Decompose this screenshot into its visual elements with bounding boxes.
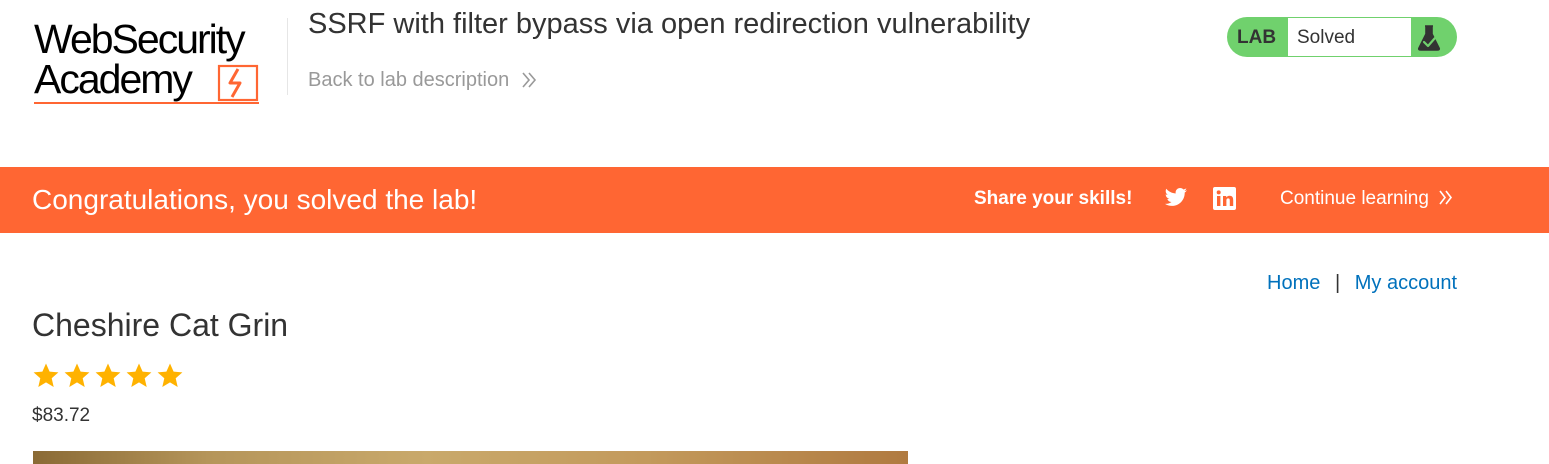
linkedin-icon: [1213, 187, 1236, 210]
lab-title: SSRF with filter bypass via open redirec…: [308, 8, 1031, 40]
status-box: Solved: [1288, 18, 1411, 56]
linkedin-share-link[interactable]: [1213, 187, 1236, 215]
my-account-link[interactable]: My account: [1355, 272, 1457, 294]
logo-text-line1: WebSecurity: [34, 16, 246, 62]
star-icon: [95, 363, 121, 387]
star-icon: [64, 363, 90, 387]
star-icon: [157, 363, 183, 387]
header-divider: [287, 18, 288, 95]
nav-separator: |: [1334, 272, 1341, 294]
continue-learning-link[interactable]: Continue learning: [1280, 188, 1453, 210]
product-price: $83.72: [32, 405, 91, 426]
double-chevron-right-icon: [522, 72, 536, 88]
home-link[interactable]: Home: [1267, 272, 1320, 294]
twitter-share-link[interactable]: [1164, 187, 1188, 214]
web-security-academy-logo[interactable]: WebSecurity Academy: [34, 17, 284, 107]
share-skills-label: Share your skills!: [974, 188, 1133, 209]
logo-mark-icon: [217, 64, 259, 102]
star-icon: [33, 363, 59, 387]
double-chevron-right-icon: [1439, 190, 1453, 205]
twitter-icon: [1165, 188, 1187, 206]
logo-text-line2: Academy: [34, 56, 193, 102]
status-badge: Solved: [1297, 27, 1356, 48]
top-navigation: Home | My account: [1267, 272, 1457, 295]
lab-solved-banner: Congratulations, you solved the lab! Sha…: [0, 167, 1549, 233]
lab-tag: LAB: [1237, 27, 1277, 48]
continue-learning-label: Continue learning: [1280, 188, 1429, 209]
back-to-lab-description-link[interactable]: Back to lab description: [308, 69, 537, 92]
flask-icon: [1417, 25, 1441, 51]
back-link-label: Back to lab description: [308, 69, 510, 91]
product-name: Cheshire Cat Grin: [32, 307, 289, 343]
product-rating: [32, 362, 184, 390]
lab-status-widget: LAB Solved: [1227, 17, 1457, 57]
logo-underline-icon: [34, 102, 259, 104]
congratulations-message: Congratulations, you solved the lab!: [32, 184, 478, 215]
star-icon: [126, 363, 152, 387]
product-image: [33, 451, 908, 464]
lab-header: WebSecurity Academy SSRF with filter byp…: [0, 0, 1549, 167]
